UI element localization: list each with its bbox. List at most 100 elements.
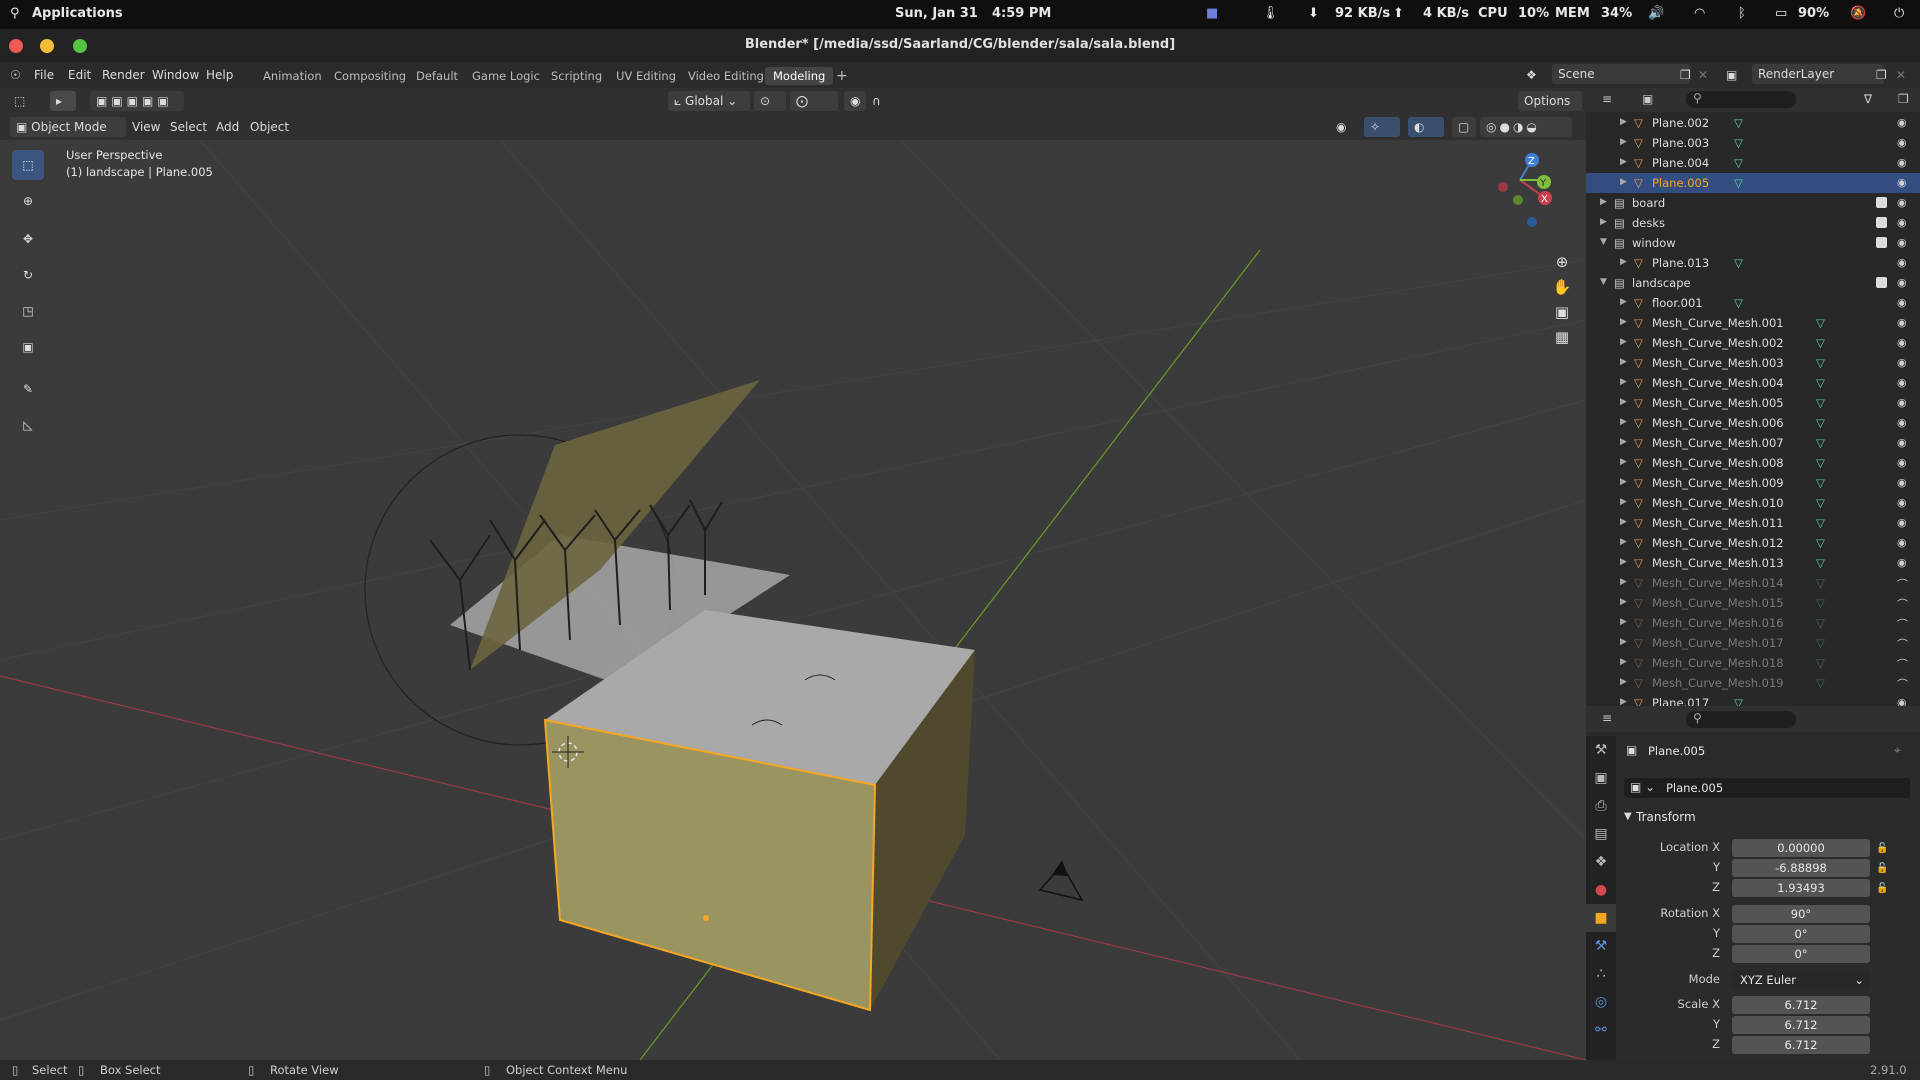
eye-icon[interactable]: ◉ [1897, 116, 1907, 129]
menu-help[interactable]: Help [206, 68, 233, 82]
transform-orientation-dropdown[interactable]: ⟀ Global ⌄ [668, 91, 750, 111]
expand-toggle-icon[interactable]: ▶ [1620, 137, 1627, 147]
expand-toggle-icon[interactable]: ▶ [1620, 557, 1627, 567]
outliner-row[interactable]: ▶ ▽ Plane.005 ▽ ◉ [1586, 173, 1920, 193]
outliner-row[interactable]: ▶ ▽ Mesh_Curve_Mesh.014 ▽ ⌒ [1586, 573, 1920, 593]
expand-toggle-icon[interactable]: ▶ [1620, 617, 1627, 627]
zoom-icon[interactable]: ⊕ [1550, 250, 1574, 275]
menu-edit[interactable]: Edit [68, 68, 91, 82]
outliner-row[interactable]: ▶ ▤ desks ◉ [1586, 213, 1920, 233]
options-dropdown[interactable]: Options ⌄ [1518, 91, 1582, 128]
workspace-tab-animation[interactable]: Animation [255, 67, 330, 85]
mesh-data-icon[interactable]: ▽ [1734, 136, 1743, 150]
eye-closed-icon[interactable]: ⌒ [1897, 596, 1908, 612]
blender-logo-icon[interactable]: ☉ [10, 68, 21, 82]
expand-toggle-icon[interactable]: ▶ [1620, 437, 1627, 447]
outliner-row[interactable]: ▶ ▽ Mesh_Curve_Mesh.005 ▽ ◉ [1586, 393, 1920, 413]
menu-file[interactable]: File [34, 68, 54, 82]
outliner-row[interactable]: ▶ ▽ Mesh_Curve_Mesh.004 ▽ ◉ [1586, 373, 1920, 393]
mesh-data-icon[interactable]: ▽ [1816, 656, 1825, 670]
render-layer-field[interactable]: RenderLayer [1752, 64, 1884, 84]
mesh-data-icon[interactable]: ▽ [1734, 296, 1743, 310]
outliner-row[interactable]: ▶ ▽ Mesh_Curve_Mesh.006 ▽ ◉ [1586, 413, 1920, 433]
outliner-search-input[interactable]: ⚲ [1686, 91, 1796, 108]
collection-exclude-checkbox[interactable] [1876, 217, 1887, 228]
expand-toggle-icon[interactable]: ▶ [1620, 477, 1627, 487]
render-tab-icon[interactable]: ▣ [1586, 764, 1616, 792]
editor-type-icon[interactable]: ⬚ [8, 91, 44, 111]
object-name-field[interactable]: ▣ ⌄ Plane.005 [1624, 778, 1910, 798]
viewport-scene[interactable]: Z X Y [0, 140, 1586, 1060]
render-layer-icon[interactable]: ▣ [1726, 68, 1737, 82]
navigation-gizmo[interactable]: Z X Y [1498, 153, 1552, 227]
scene-field[interactable]: Scene [1552, 64, 1690, 84]
expand-toggle-icon[interactable]: ▶ [1620, 357, 1627, 367]
expand-toggle-icon[interactable]: ▶ [1620, 117, 1627, 127]
expand-toggle-icon[interactable]: ▶ [1600, 197, 1607, 207]
snap-toggle-icon[interactable]: ⨀ [790, 91, 838, 111]
wifi-icon[interactable]: ◠ [1694, 6, 1705, 21]
mesh-data-icon[interactable]: ▽ [1816, 376, 1825, 390]
expand-toggle-icon[interactable]: ▼ [1600, 237, 1607, 247]
new-scene-icon[interactable]: ❐ [1680, 68, 1691, 82]
mesh-data-icon[interactable]: ▽ [1734, 156, 1743, 170]
mesh-data-icon[interactable]: ▽ [1816, 356, 1825, 370]
outliner-row[interactable]: ▶ ▽ Mesh_Curve_Mesh.016 ▽ ⌒ [1586, 613, 1920, 633]
rotate-tool-icon[interactable]: ↻ [12, 260, 44, 290]
viewport-menu-select[interactable]: Select [170, 120, 207, 134]
collection-exclude-checkbox[interactable] [1876, 197, 1887, 208]
outliner-row[interactable]: ▶ ▽ Plane.017 ▽ ◉ [1586, 693, 1920, 706]
expand-toggle-icon[interactable]: ▶ [1620, 637, 1627, 647]
workspace-tab-compositing[interactable]: Compositing [326, 67, 414, 85]
workspace-tab-modeling[interactable]: Modeling [765, 67, 834, 85]
mesh-data-icon[interactable]: ▽ [1816, 336, 1825, 350]
lock-icon[interactable]: 🔓 [1876, 859, 1890, 879]
bluetooth-icon[interactable]: ᛒ [1738, 6, 1746, 21]
outliner-row[interactable]: ▼ ▤ window ◉ [1586, 233, 1920, 253]
delete-render-layer-icon[interactable]: ✕ [1896, 68, 1906, 82]
rotation-y-field[interactable]: 0° [1732, 925, 1870, 943]
visibility-filter-icon[interactable]: ◉ [1330, 117, 1366, 137]
expand-toggle-icon[interactable]: ▶ [1620, 657, 1627, 667]
pivot-point-icon[interactable]: ⊙ [754, 91, 786, 111]
outliner-row[interactable]: ▶ ▽ Plane.002 ▽ ◉ [1586, 113, 1920, 133]
outliner-row[interactable]: ▶ ▽ Mesh_Curve_Mesh.012 ▽ ◉ [1586, 533, 1920, 553]
workspace-tab-uv-editing[interactable]: UV Editing [608, 67, 684, 85]
expand-toggle-icon[interactable]: ▶ [1620, 697, 1627, 706]
select-box-tool-icon[interactable]: ⬚ [12, 150, 44, 180]
outliner-row[interactable]: ▶ ▽ Mesh_Curve_Mesh.008 ▽ ◉ [1586, 453, 1920, 473]
mesh-data-icon[interactable]: ▽ [1816, 676, 1825, 690]
mesh-data-icon[interactable]: ▽ [1734, 696, 1743, 706]
outliner-row[interactable]: ▶ ▽ Mesh_Curve_Mesh.010 ▽ ◉ [1586, 493, 1920, 513]
eye-icon[interactable]: ◉ [1897, 536, 1907, 549]
mesh-data-icon[interactable]: ▽ [1816, 416, 1825, 430]
pin-icon[interactable]: ⌖ [1894, 743, 1901, 758]
outliner-row[interactable]: ▶ ▽ Mesh_Curve_Mesh.017 ▽ ⌒ [1586, 633, 1920, 653]
workspace-tab-video-editing[interactable]: Video Editing [680, 67, 772, 85]
mesh-data-icon[interactable]: ▽ [1816, 476, 1825, 490]
eye-icon[interactable]: ◉ [1897, 336, 1907, 349]
viewport-menu-object[interactable]: Object [250, 120, 289, 134]
eye-closed-icon[interactable]: ⌒ [1897, 676, 1908, 692]
outliner-row[interactable]: ▶ ▽ floor.001 ▽ ◉ [1586, 293, 1920, 313]
workspace-tab-default[interactable]: Default [408, 67, 466, 85]
outliner-row[interactable]: ▶ ▽ Mesh_Curve_Mesh.013 ▽ ◉ [1586, 553, 1920, 573]
search-icon[interactable]: ⚲ [10, 6, 20, 21]
camera-view-icon[interactable]: ▣ [1550, 300, 1574, 325]
lock-icon[interactable]: 🔓 [1876, 839, 1890, 859]
eye-icon[interactable]: ◉ [1897, 276, 1907, 289]
mesh-data-icon[interactable]: ▽ [1734, 116, 1743, 130]
expand-toggle-icon[interactable]: ▶ [1600, 217, 1607, 227]
outliner-row[interactable]: ▶ ▽ Mesh_Curve_Mesh.011 ▽ ◉ [1586, 513, 1920, 533]
scale-y-field[interactable]: 6.712 [1732, 1016, 1870, 1034]
display-mode-icon[interactable]: ▣ [1642, 92, 1653, 106]
expand-toggle-icon[interactable]: ▶ [1620, 257, 1627, 267]
mesh-data-icon[interactable]: ▽ [1816, 536, 1825, 550]
eye-icon[interactable]: ◉ [1897, 356, 1907, 369]
new-render-layer-icon[interactable]: ❐ [1876, 68, 1887, 82]
notifications-muted-icon[interactable]: 🔕 [1850, 6, 1866, 21]
mesh-data-icon[interactable]: ▽ [1816, 556, 1825, 570]
transform-panel-title[interactable]: Transform [1636, 810, 1696, 824]
outliner-row[interactable]: ▶ ▽ Plane.013 ▽ ◉ [1586, 253, 1920, 273]
eye-icon[interactable]: ◉ [1897, 436, 1907, 449]
